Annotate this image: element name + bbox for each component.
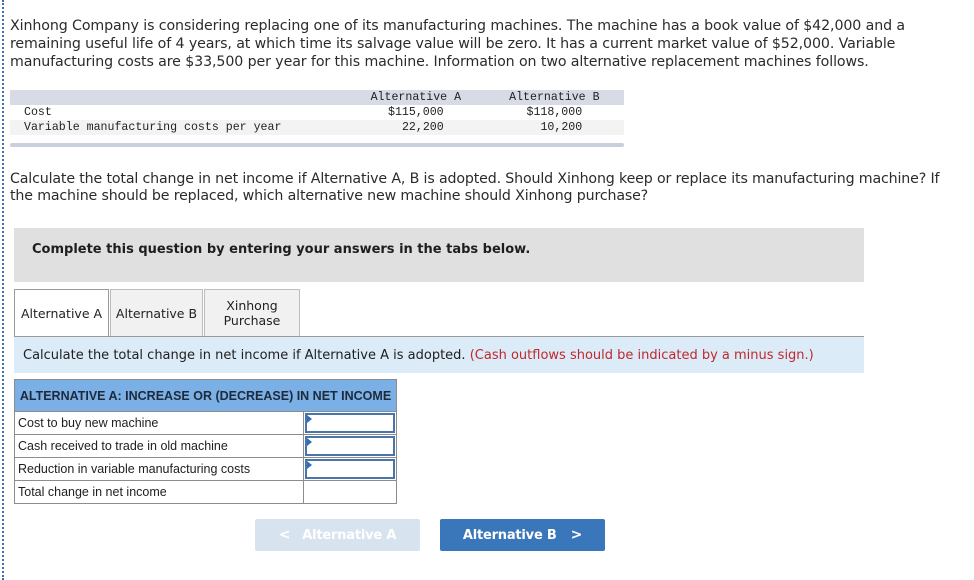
answer-row-label: Cash received to trade in old machine <box>14 434 304 458</box>
answer-table-header: ALTERNATIVE A: INCREASE OR (DECREASE) IN… <box>14 379 397 412</box>
input-marker-icon <box>307 438 312 446</box>
given-row-label: Variable manufacturing costs per year <box>24 121 282 134</box>
answer-row-cash-trade-in: Cash received to trade in old machine <box>14 434 397 458</box>
answer-table: ALTERNATIVE A: INCREASE OR (DECREASE) IN… <box>14 379 397 504</box>
answer-row-cost-new-machine: Cost to buy new machine <box>14 411 397 435</box>
tab-alternative-a[interactable]: Alternative A <box>14 289 109 337</box>
instructions-text: Complete this question by entering your … <box>32 242 531 257</box>
given-header-alt-b: Alternative B <box>509 91 600 104</box>
tab-xinhong-purchase[interactable]: Xinhong Purchase <box>204 289 300 336</box>
prev-alternative-a-button[interactable]: < Alternative A <box>255 519 420 551</box>
left-dotted-border <box>2 0 4 580</box>
answer-row-reduction-variable-costs: Reduction in variable manufacturing cost… <box>14 457 397 481</box>
panel-prompt-bar: Calculate the total change in net income… <box>14 337 864 373</box>
given-cell-alt-b: $118,000 <box>526 106 583 119</box>
given-table-divider <box>10 143 624 147</box>
given-cell-alt-a: 22,200 <box>401 121 444 134</box>
instructions-box: Complete this question by entering your … <box>14 228 864 282</box>
answer-cell <box>303 411 397 435</box>
answer-row-total-change: Total change in net income <box>14 480 397 504</box>
chevron-right-icon: > <box>570 527 583 543</box>
answer-row-label: Reduction in variable manufacturing cost… <box>14 457 304 481</box>
answer-row-label: Cost to buy new machine <box>14 411 304 435</box>
tab-label: Xinhong Purchase <box>223 298 281 328</box>
chevron-left-icon: < <box>278 527 291 543</box>
next-alternative-b-button[interactable]: Alternative B > <box>440 519 605 551</box>
given-row-cost: Cost $115,000 $118,000 <box>10 105 624 120</box>
input-marker-icon <box>307 461 312 469</box>
panel-note: (Cash outflows should be indicated by a … <box>469 348 814 363</box>
panel-prompt-text: Calculate the total change in net income… <box>23 348 466 363</box>
cash-trade-in-input[interactable] <box>305 436 395 456</box>
given-table-header: Alternative A Alternative B <box>10 90 624 105</box>
tab-label: Alternative B <box>115 305 198 321</box>
given-header-alt-a: Alternative A <box>370 91 462 104</box>
next-button-label: Alternative B <box>462 527 557 543</box>
given-row-label: Cost <box>24 106 52 119</box>
prev-button-label: Alternative A <box>302 527 397 543</box>
panel-prompt: Calculate the total change in net income… <box>23 348 814 363</box>
problem-intro: Xinhong Company is considering replacing… <box>10 18 906 70</box>
given-row-variable-costs: Variable manufacturing costs per year 22… <box>10 120 624 135</box>
given-cell-alt-a: $115,000 <box>387 106 444 119</box>
cost-new-machine-input[interactable] <box>305 413 395 433</box>
given-header-blank <box>10 90 347 105</box>
tab-label: Alternative A <box>20 306 103 321</box>
reduction-variable-costs-input[interactable] <box>305 459 395 479</box>
given-cell-alt-b: 10,200 <box>540 121 583 134</box>
input-marker-icon <box>307 415 312 423</box>
answer-cell <box>303 434 397 458</box>
answer-cell <box>303 457 397 481</box>
tab-alternative-b[interactable]: Alternative B <box>110 289 203 336</box>
given-data-table: Alternative A Alternative B Cost $115,00… <box>10 90 624 135</box>
total-change-value <box>303 480 397 504</box>
answer-row-label: Total change in net income <box>14 480 304 504</box>
question-text: Calculate the total change in net income… <box>10 171 940 204</box>
